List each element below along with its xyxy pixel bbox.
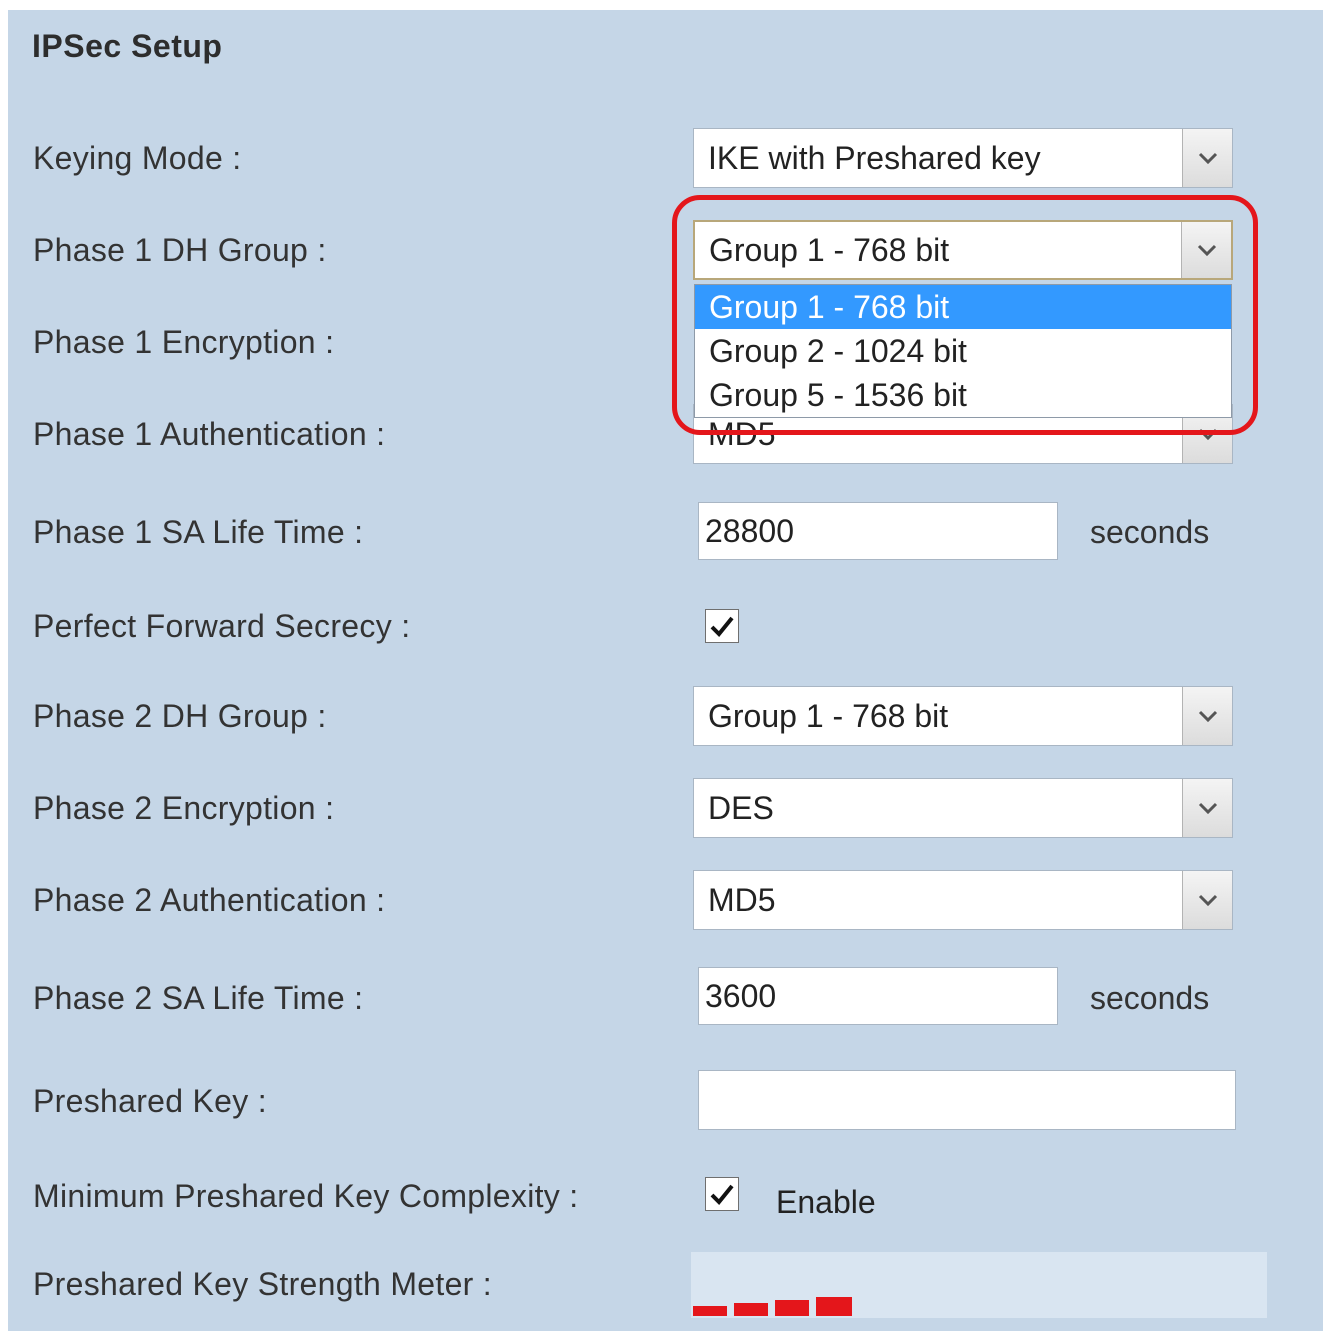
phase1-dh-group-select[interactable]: Group 1 - 768 bit: [693, 220, 1233, 280]
phase1-authentication-label: Phase 1 Authentication :: [33, 416, 386, 452]
checkmark-icon: [710, 1184, 734, 1205]
phase2-sa-lifetime-unit: seconds: [1090, 980, 1210, 1016]
strength-meter-segment: [734, 1303, 768, 1316]
pfs-checkbox[interactable]: [705, 609, 739, 643]
phase1-encryption-label: Phase 1 Encryption :: [33, 324, 335, 360]
section-title: IPSec Setup: [32, 28, 223, 64]
chevron-down-icon[interactable]: [1182, 871, 1232, 929]
enable-label: Enable: [776, 1184, 876, 1220]
chevron-down-icon[interactable]: [1182, 129, 1232, 187]
min-complexity-label: Minimum Preshared Key Complexity :: [33, 1178, 579, 1214]
phase2-encryption-select[interactable]: DES: [693, 778, 1233, 838]
phase2-sa-lifetime-label: Phase 2 SA Life Time :: [33, 980, 364, 1016]
phase2-authentication-label: Phase 2 Authentication :: [33, 882, 386, 918]
phase1-sa-lifetime-label: Phase 1 SA Life Time :: [33, 514, 364, 550]
dropdown-option-group1[interactable]: Group 1 - 768 bit: [695, 285, 1231, 329]
phase2-dh-group-value: Group 1 - 768 bit: [708, 698, 949, 734]
phase2-encryption-value: DES: [708, 790, 774, 826]
chevron-down-icon[interactable]: [1181, 222, 1231, 278]
pfs-label: Perfect Forward Secrecy :: [33, 608, 411, 644]
preshared-key-label: Preshared Key :: [33, 1083, 267, 1119]
ipsec-setup-panel: [8, 10, 1323, 1331]
keying-mode-select[interactable]: IKE with Preshared key: [693, 128, 1233, 188]
phase1-dh-group-value: Group 1 - 768 bit: [709, 232, 950, 268]
min-complexity-checkbox[interactable]: [705, 1177, 739, 1211]
phase1-dh-group-dropdown-list: Group 1 - 768 bit Group 2 - 1024 bit Gro…: [694, 284, 1232, 418]
chevron-down-icon[interactable]: [1182, 687, 1232, 745]
strength-meter-segment: [816, 1297, 852, 1316]
strength-meter-label: Preshared Key Strength Meter :: [33, 1266, 492, 1302]
checkmark-icon: [710, 616, 734, 637]
phase2-authentication-select[interactable]: MD5: [693, 870, 1233, 930]
phase2-dh-group-label: Phase 2 DH Group :: [33, 698, 327, 734]
chevron-down-icon[interactable]: [1182, 779, 1232, 837]
phase1-sa-lifetime-input[interactable]: 28800: [698, 502, 1058, 560]
phase1-sa-lifetime-unit: seconds: [1090, 514, 1210, 550]
dropdown-option-group2[interactable]: Group 2 - 1024 bit: [695, 329, 1231, 373]
preshared-key-input[interactable]: [698, 1070, 1236, 1130]
strength-meter-segment: [775, 1300, 809, 1316]
dropdown-option-group5[interactable]: Group 5 - 1536 bit: [695, 373, 1231, 417]
phase2-sa-lifetime-input[interactable]: 3600: [698, 967, 1058, 1025]
phase2-authentication-value: MD5: [708, 882, 776, 918]
phase2-encryption-label: Phase 2 Encryption :: [33, 790, 335, 826]
phase2-dh-group-select[interactable]: Group 1 - 768 bit: [693, 686, 1233, 746]
phase1-dh-group-label: Phase 1 DH Group :: [33, 232, 327, 268]
strength-meter-segment: [693, 1306, 727, 1316]
keying-mode-value: IKE with Preshared key: [708, 140, 1041, 176]
keying-mode-label: Keying Mode :: [33, 140, 242, 176]
